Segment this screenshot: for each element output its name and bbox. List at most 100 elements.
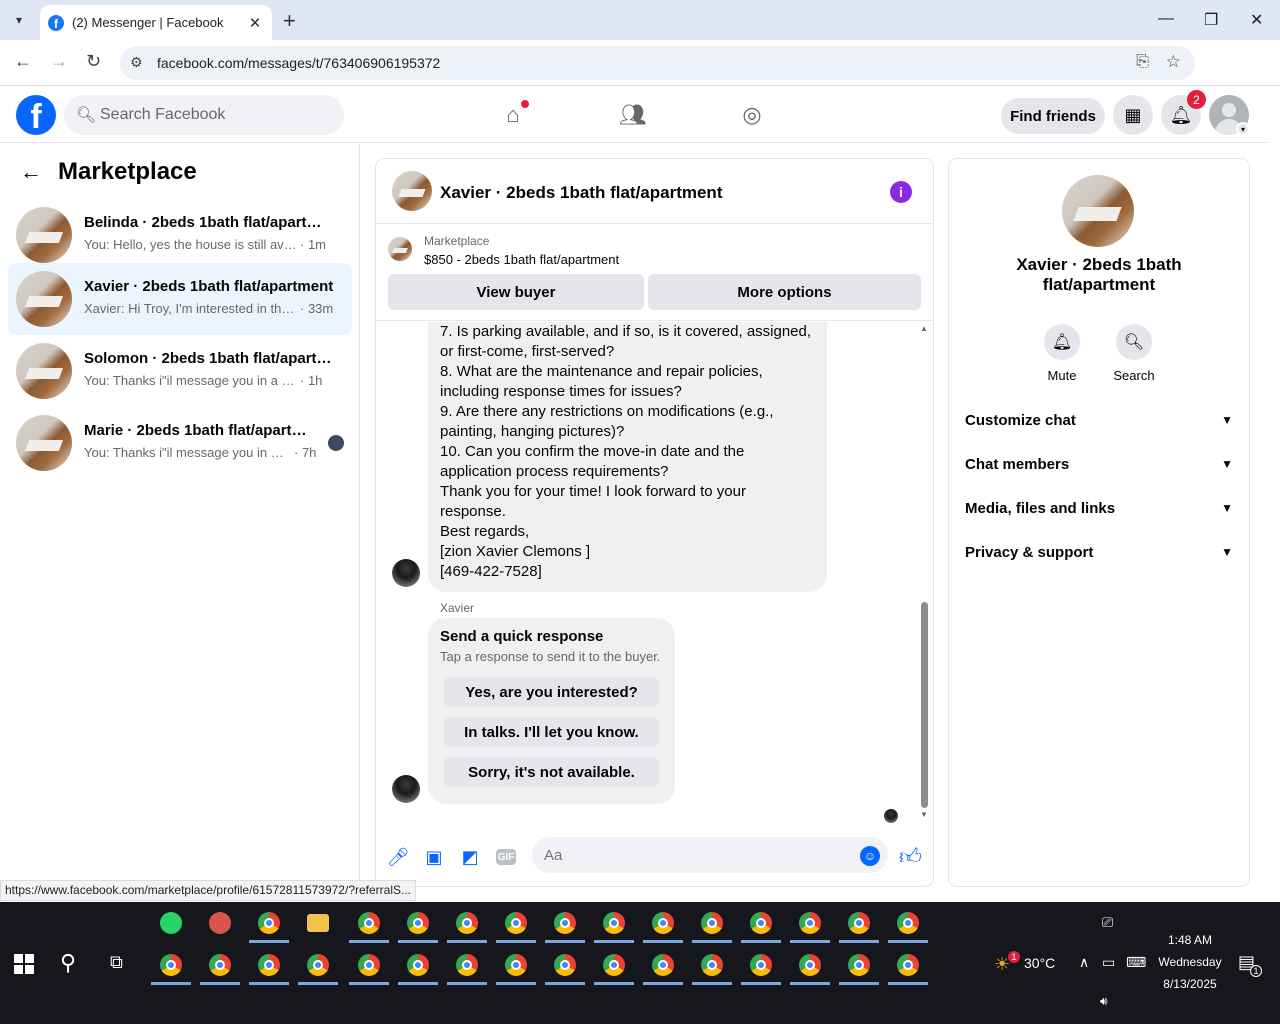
chrome-window-icon[interactable] xyxy=(652,954,674,976)
minimize-icon[interactable]: — xyxy=(1158,10,1174,28)
facebook-logo-icon[interactable]: f xyxy=(16,95,56,135)
listing-photo[interactable] xyxy=(1062,175,1134,247)
search-icon[interactable]: ⚲ xyxy=(60,950,76,976)
chat-scrollbar[interactable]: ▲ ▼ xyxy=(919,322,931,822)
site-info-icon[interactable]: ⚙ xyxy=(130,54,143,71)
chrome-window-icon[interactable] xyxy=(209,954,231,976)
scroll-up-icon[interactable]: ▲ xyxy=(920,324,928,333)
clock-date[interactable]: 8/13/2025 xyxy=(1150,977,1230,991)
task-view-icon[interactable]: ⧉ xyxy=(110,952,123,973)
whatsapp-icon[interactable] xyxy=(160,912,182,934)
message-thread[interactable]: 7. Is parking available, and if so, is i… xyxy=(376,322,933,822)
chrome-window-icon[interactable] xyxy=(897,954,919,976)
bookmark-star-icon[interactable]: ☆ xyxy=(1166,52,1181,72)
back-arrow-icon[interactable]: ← xyxy=(20,159,42,185)
chat-title[interactable]: Xavier · 2beds 1bath flat/apartment xyxy=(440,183,722,203)
chrome-window-icon[interactable] xyxy=(603,912,625,934)
chrome-window-icon[interactable] xyxy=(456,912,478,934)
scroll-down-icon[interactable]: ▼ xyxy=(920,810,928,819)
back-icon[interactable]: ← xyxy=(14,51,32,72)
chevron-down-icon[interactable]: ▾ xyxy=(1236,122,1250,136)
search-button[interactable]: 🔍︎ Search xyxy=(1104,324,1164,383)
app-icon[interactable] xyxy=(209,912,231,934)
clock-time[interactable]: 1:48 AM xyxy=(1150,933,1230,947)
scrollbar-thumb[interactable] xyxy=(921,602,928,808)
quick-reply-button[interactable]: Sorry, it's not available. xyxy=(444,757,659,787)
facebook-search-input[interactable]: 🔍︎ Search Facebook xyxy=(64,95,344,135)
volume-icon[interactable]: 🔊︎ xyxy=(1100,994,1108,1009)
view-buyer-button[interactable]: View buyer xyxy=(388,274,644,310)
chat-members-section[interactable]: Chat members ▼ xyxy=(965,450,1233,478)
keyboard-icon[interactable]: ⌨ xyxy=(1126,954,1146,971)
microphone-icon[interactable]: 🎤︎ xyxy=(387,846,410,868)
quick-reply-button[interactable]: Yes, are you interested? xyxy=(444,677,659,707)
emoji-icon[interactable]: ☺ xyxy=(860,846,880,866)
sender-avatar[interactable] xyxy=(392,559,420,587)
chrome-window-icon[interactable] xyxy=(848,954,870,976)
windows-start-icon[interactable] xyxy=(14,954,34,974)
chrome-window-icon[interactable] xyxy=(701,954,723,976)
conversation-item[interactable]: Belinda · 2beds 1bath flat/apartment You… xyxy=(8,199,352,271)
browser-tab[interactable]: f (2) Messenger | Facebook ✕ xyxy=(40,5,272,40)
sender-avatar[interactable] xyxy=(392,775,420,803)
chrome-window-icon[interactable] xyxy=(456,954,478,976)
chrome-window-icon[interactable] xyxy=(307,954,329,976)
chrome-window-icon[interactable] xyxy=(897,912,919,934)
privacy-support-section[interactable]: Privacy & support ▼ xyxy=(965,538,1233,566)
chrome-window-icon[interactable] xyxy=(750,954,772,976)
conversation-item[interactable]: Marie · 2beds 1bath flat/apartment You: … xyxy=(8,407,352,479)
search-icon[interactable]: 🔍︎ xyxy=(1116,324,1152,360)
find-friends-button[interactable]: Find friends xyxy=(1001,98,1105,134)
url-text[interactable]: facebook.com/messages/t/763406906195372 xyxy=(157,55,440,71)
install-app-icon[interactable]: ⎘ xyxy=(1136,53,1149,71)
sticker-icon[interactable]: ◩ xyxy=(459,846,481,868)
close-tab-icon[interactable]: ✕ xyxy=(246,14,264,32)
bell-icon[interactable]: 🔔︎ xyxy=(1044,324,1080,360)
groups-icon[interactable]: ◎ xyxy=(738,101,766,129)
forward-icon[interactable]: → xyxy=(50,51,68,72)
tab-search-dropdown-icon[interactable]: ▾ xyxy=(8,9,30,31)
menu-grid-icon[interactable]: ▦ xyxy=(1113,95,1153,135)
photo-icon[interactable]: ▣ xyxy=(423,846,445,868)
close-window-icon[interactable]: ✕ xyxy=(1250,10,1263,30)
more-options-button[interactable]: More options xyxy=(648,274,921,310)
chrome-window-icon[interactable] xyxy=(505,912,527,934)
address-bar[interactable]: ⚙ facebook.com/messages/t/76340690619537… xyxy=(120,46,1195,80)
chrome-window-icon[interactable] xyxy=(505,954,527,976)
thumbs-up-icon[interactable]: 👍︎ xyxy=(899,843,922,870)
chrome-window-icon[interactable] xyxy=(358,912,380,934)
chrome-window-icon[interactable] xyxy=(799,954,821,976)
file-explorer-icon[interactable] xyxy=(307,914,329,932)
conversation-item[interactable]: Solomon · 2beds 1bath flat/apartment You… xyxy=(8,335,352,407)
chrome-window-icon[interactable] xyxy=(603,954,625,976)
message-input[interactable] xyxy=(532,837,888,873)
quick-reply-button[interactable]: In talks. I'll let you know. xyxy=(444,717,659,747)
friends-icon[interactable]: 👥︎ xyxy=(619,101,647,129)
conversation-item-active[interactable]: Xavier · 2beds 1bath flat/apartment Xavi… xyxy=(8,263,352,335)
weather-temp[interactable]: 30°C xyxy=(1024,955,1055,971)
meet-now-icon[interactable]: ⎚ xyxy=(1102,914,1113,931)
media-files-links-section[interactable]: Media, files and links ▼ xyxy=(965,494,1233,522)
new-tab-icon[interactable]: + xyxy=(283,8,296,34)
mute-button[interactable]: 🔔︎ Mute xyxy=(1032,324,1092,383)
clock-day[interactable]: Wednesday xyxy=(1150,955,1230,969)
gif-icon[interactable]: GIF xyxy=(495,846,517,868)
info-icon[interactable]: i xyxy=(890,181,912,203)
page-scrollbar[interactable] xyxy=(1268,87,1280,901)
chrome-window-icon[interactable] xyxy=(554,912,576,934)
chrome-window-icon[interactable] xyxy=(160,954,182,976)
chrome-window-icon[interactable] xyxy=(407,912,429,934)
listing-price-title[interactable]: $850 - 2beds 1bath flat/apartment xyxy=(424,252,619,267)
reload-icon[interactable]: ↻ xyxy=(86,51,101,72)
network-icon[interactable]: ▭ xyxy=(1102,954,1115,971)
chrome-window-icon[interactable] xyxy=(701,912,723,934)
chrome-window-icon[interactable] xyxy=(652,912,674,934)
chevron-up-icon[interactable]: ∧ xyxy=(1079,954,1089,971)
chrome-window-icon[interactable] xyxy=(750,912,772,934)
chrome-window-icon[interactable] xyxy=(799,912,821,934)
customize-chat-section[interactable]: Customize chat ▼ xyxy=(965,406,1233,434)
chrome-window-icon[interactable] xyxy=(554,954,576,976)
chrome-window-icon[interactable] xyxy=(358,954,380,976)
listing-thumbnail[interactable] xyxy=(392,171,432,211)
chrome-window-icon[interactable] xyxy=(258,954,280,976)
